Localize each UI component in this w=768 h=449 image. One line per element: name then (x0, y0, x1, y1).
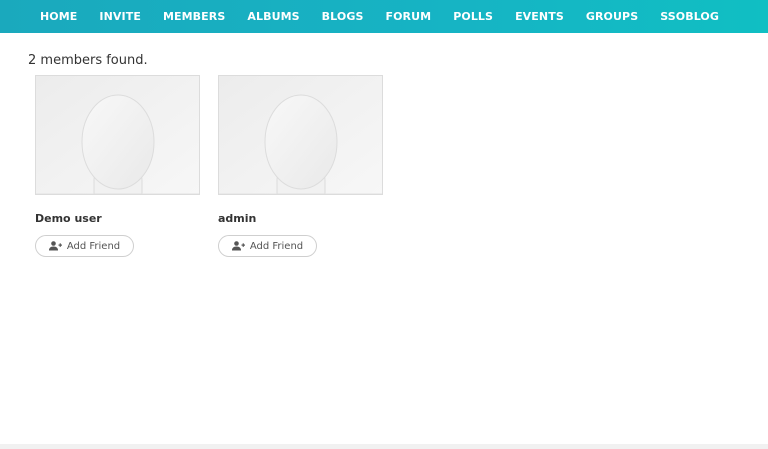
add-friend-label: Add Friend (249, 240, 304, 252)
nav-item-blogs[interactable]: BLOGS (311, 0, 375, 33)
member-grid: Demo user Add Friend admin Add Friend (35, 75, 383, 257)
default-avatar-icon (219, 76, 382, 194)
nav-item-forum[interactable]: FORUM (374, 0, 442, 33)
top-navigation-bar: HOME INVITE MEMBERS ALBUMS BLOGS FORUM P… (0, 0, 768, 33)
nav-item-members[interactable]: MEMBERS (152, 0, 236, 33)
user-plus-icon (231, 241, 245, 251)
footer-divider (0, 444, 768, 449)
default-avatar-icon (36, 76, 199, 194)
user-plus-icon (48, 241, 62, 251)
add-friend-label: Add Friend (66, 240, 121, 252)
nav-item-invite[interactable]: INVITE (88, 0, 152, 33)
member-name[interactable]: admin (218, 212, 383, 226)
member-avatar[interactable] (218, 75, 383, 195)
members-found-count: 2 members found. (28, 53, 148, 68)
nav-item-home[interactable]: HOME (29, 0, 88, 33)
member-card: admin Add Friend (218, 75, 383, 257)
member-avatar[interactable] (35, 75, 200, 195)
nav-menu: HOME INVITE MEMBERS ALBUMS BLOGS FORUM P… (0, 0, 730, 33)
add-friend-button[interactable]: Add Friend (35, 235, 134, 257)
nav-item-albums[interactable]: ALBUMS (236, 0, 310, 33)
nav-item-polls[interactable]: POLLS (442, 0, 504, 33)
member-name[interactable]: Demo user (35, 212, 200, 226)
nav-item-ssoblog[interactable]: SSOBLOG (649, 0, 730, 33)
nav-item-groups[interactable]: GROUPS (575, 0, 649, 33)
nav-item-events[interactable]: EVENTS (504, 0, 575, 33)
add-friend-button[interactable]: Add Friend (218, 235, 317, 257)
member-card: Demo user Add Friend (35, 75, 200, 257)
